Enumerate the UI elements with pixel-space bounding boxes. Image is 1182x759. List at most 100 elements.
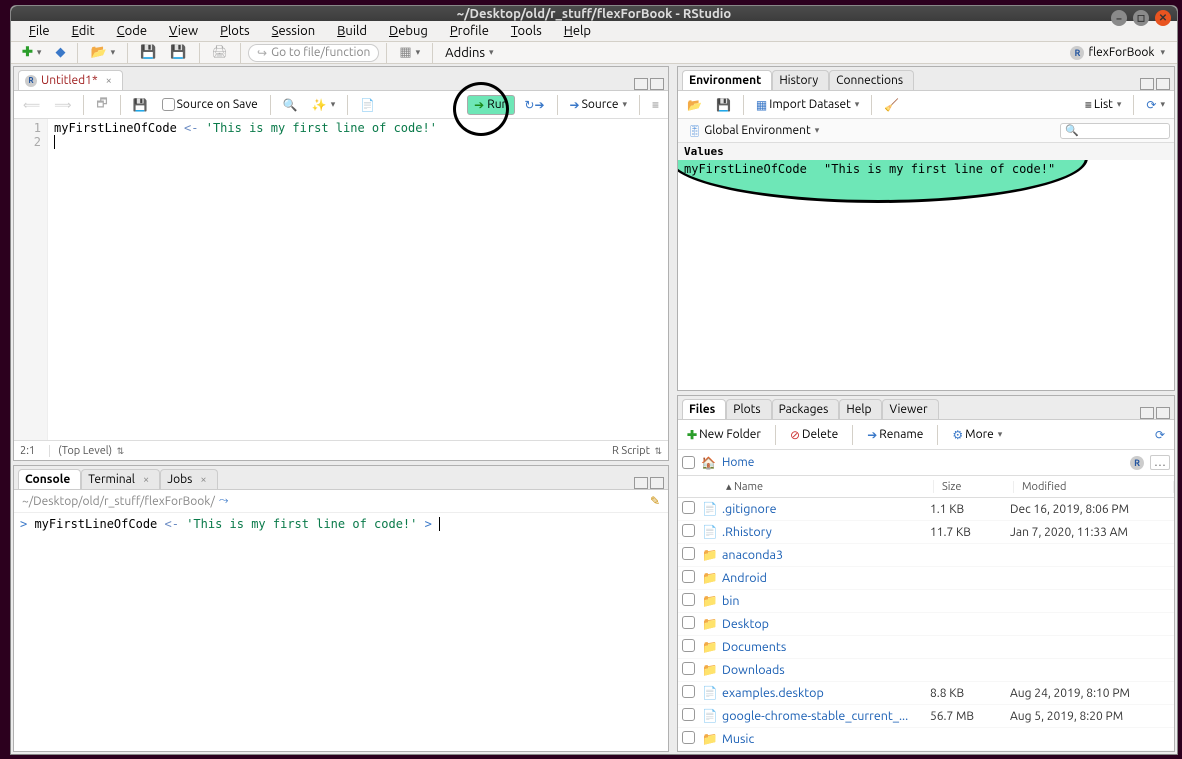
refresh-env-button[interactable]: ⟳▾ xyxy=(1141,95,1170,115)
more-path-button[interactable]: … xyxy=(1150,455,1170,470)
file-checkbox[interactable] xyxy=(682,593,695,606)
tab-help[interactable]: Help xyxy=(839,399,882,419)
menu-code[interactable]: Code xyxy=(107,21,157,41)
addins-button[interactable]: Addins▾ xyxy=(440,43,498,63)
file-name[interactable]: anaconda3 xyxy=(722,548,930,562)
save-all-button[interactable]: 💾 xyxy=(165,42,191,63)
file-checkbox[interactable] xyxy=(682,501,695,514)
tab-files[interactable]: Files xyxy=(682,399,726,419)
file-checkbox[interactable] xyxy=(682,616,695,629)
file-row[interactable]: 📁anaconda3 xyxy=(678,544,1174,567)
close-tab-icon[interactable]: × xyxy=(106,75,112,87)
pane-min-icon[interactable] xyxy=(634,477,648,489)
clear-console-icon[interactable]: ✎ xyxy=(650,494,660,508)
menu-plots[interactable]: Plots xyxy=(210,21,260,41)
window-close-button[interactable]: ✕ xyxy=(1155,10,1171,26)
menu-build[interactable]: Build xyxy=(327,21,377,41)
console-body[interactable]: > myFirstLineOfCode <- 'This is my first… xyxy=(14,513,668,751)
file-row[interactable]: 📄google-chrome-stable_current_...56.7 MB… xyxy=(678,705,1174,728)
file-row[interactable]: 📄.Rhistory11.7 KBJan 7, 2020, 11:33 AM xyxy=(678,521,1174,544)
file-row[interactable]: 📁bin xyxy=(678,590,1174,613)
language-selector[interactable]: R Script ⇅ xyxy=(612,445,662,457)
tab-history[interactable]: History xyxy=(772,70,829,90)
new-folder-button[interactable]: ✚ New Folder xyxy=(682,425,766,445)
pane-min-icon[interactable] xyxy=(1140,407,1154,419)
file-checkbox[interactable] xyxy=(682,570,695,583)
clear-env-button[interactable]: 🧹 xyxy=(879,95,904,115)
rerun-button[interactable]: ↻➔ xyxy=(519,95,549,115)
run-button[interactable]: ➔Run xyxy=(467,95,515,115)
file-row[interactable]: 📁Music xyxy=(678,728,1174,751)
new-file-button[interactable]: ✚▾ xyxy=(17,42,46,63)
menu-help[interactable]: Help xyxy=(554,21,601,41)
save-button[interactable]: 💾 xyxy=(135,42,161,63)
file-checkbox[interactable] xyxy=(682,708,695,721)
file-checkbox[interactable] xyxy=(682,731,695,744)
nav-fwd-button[interactable]: ⟹ xyxy=(49,95,76,115)
list-view-button[interactable]: ≡ List▾ xyxy=(1080,95,1127,115)
file-name[interactable]: Music xyxy=(722,732,930,746)
breadcrumb-home[interactable]: Home xyxy=(722,456,754,469)
home-icon[interactable]: 🏠 xyxy=(701,456,716,470)
col-name[interactable]: ▴ Name xyxy=(718,480,934,493)
nav-back-button[interactable]: ⟸ xyxy=(18,95,45,115)
outline-button[interactable]: ≡ xyxy=(647,95,664,115)
load-workspace-button[interactable]: 📂 xyxy=(682,95,707,115)
menu-edit[interactable]: Edit xyxy=(62,21,105,41)
show-in-new-window-button[interactable]: 🗗 xyxy=(91,91,112,118)
save-workspace-button[interactable]: 💾 xyxy=(711,95,736,115)
env-variable-row[interactable]: myFirstLineOfCode "This is my first line… xyxy=(678,160,1174,178)
window-maximize-button[interactable]: ◻ xyxy=(1133,10,1149,26)
compile-report-button[interactable]: 📄 xyxy=(355,95,380,115)
scope-selector[interactable]: (Top Level) ⇅ xyxy=(49,445,124,457)
refresh-files-button[interactable]: ⟳ xyxy=(1150,425,1170,445)
file-name[interactable]: Desktop xyxy=(722,617,930,631)
tab-console[interactable]: Console xyxy=(18,469,81,489)
file-name[interactable]: google-chrome-stable_current_... xyxy=(722,709,930,723)
menu-tools[interactable]: Tools xyxy=(501,21,552,41)
tab-connections[interactable]: Connections xyxy=(829,70,914,90)
pane-max-icon[interactable] xyxy=(650,78,664,90)
save-source-button[interactable]: 💾 xyxy=(128,95,153,115)
pane-max-icon[interactable] xyxy=(1156,78,1170,90)
window-minimize-button[interactable]: – xyxy=(1111,10,1127,26)
import-dataset-button[interactable]: ▦ Import Dataset▾ xyxy=(751,95,864,115)
grid-button[interactable]: ▦▾ xyxy=(394,42,425,63)
pane-min-icon[interactable] xyxy=(634,78,648,90)
pane-max-icon[interactable] xyxy=(1156,407,1170,419)
file-name[interactable]: bin xyxy=(722,594,930,608)
col-modified[interactable]: Modified xyxy=(1014,481,1174,493)
env-search-input[interactable] xyxy=(1060,123,1170,139)
console-path-arrow-icon[interactable]: ⤳ xyxy=(219,494,229,508)
file-name[interactable]: .Rhistory xyxy=(722,525,930,539)
source-on-save-toggle[interactable]: Source on Save xyxy=(157,95,263,114)
select-all-checkbox[interactable] xyxy=(682,456,695,469)
delete-button[interactable]: ⊘ Delete xyxy=(785,425,843,445)
file-checkbox[interactable] xyxy=(682,685,695,698)
tab-environment[interactable]: Environment xyxy=(682,70,772,90)
wand-button[interactable]: ✨▾ xyxy=(307,95,340,115)
file-checkbox[interactable] xyxy=(682,547,695,560)
file-checkbox[interactable] xyxy=(682,662,695,675)
print-button[interactable]: 🖨 xyxy=(207,42,234,63)
env-scope-selector[interactable]: 🎚 Global Environment▾ xyxy=(682,121,824,141)
goto-file-input[interactable]: ↪Go to file/function xyxy=(248,44,379,62)
code-editor[interactable]: 12 myFirstLineOfCode <- 'This is my firs… xyxy=(14,119,668,440)
file-name[interactable]: Documents xyxy=(722,640,930,654)
file-checkbox[interactable] xyxy=(682,639,695,652)
project-dir-icon[interactable]: R xyxy=(1130,456,1144,470)
file-name[interactable]: .gitignore xyxy=(722,502,930,516)
tab-packages[interactable]: Packages xyxy=(772,399,840,419)
menu-debug[interactable]: Debug xyxy=(379,21,438,41)
file-row[interactable]: 📁Desktop xyxy=(678,613,1174,636)
tab-viewer[interactable]: Viewer xyxy=(882,399,938,419)
rename-button[interactable]: ➔ Rename xyxy=(862,425,928,445)
more-button[interactable]: ⚙ More▾ xyxy=(947,425,1007,445)
menu-session[interactable]: Session xyxy=(262,21,325,41)
source-button[interactable]: ➔ Source▾ xyxy=(565,95,632,115)
new-project-button[interactable]: ◆ xyxy=(50,42,70,63)
col-size[interactable]: Size xyxy=(934,481,1014,493)
pane-min-icon[interactable] xyxy=(1140,78,1154,90)
file-row[interactable]: 📄examples.desktop8.8 KBAug 24, 2019, 8:1… xyxy=(678,682,1174,705)
menu-file[interactable]: File xyxy=(19,21,60,41)
